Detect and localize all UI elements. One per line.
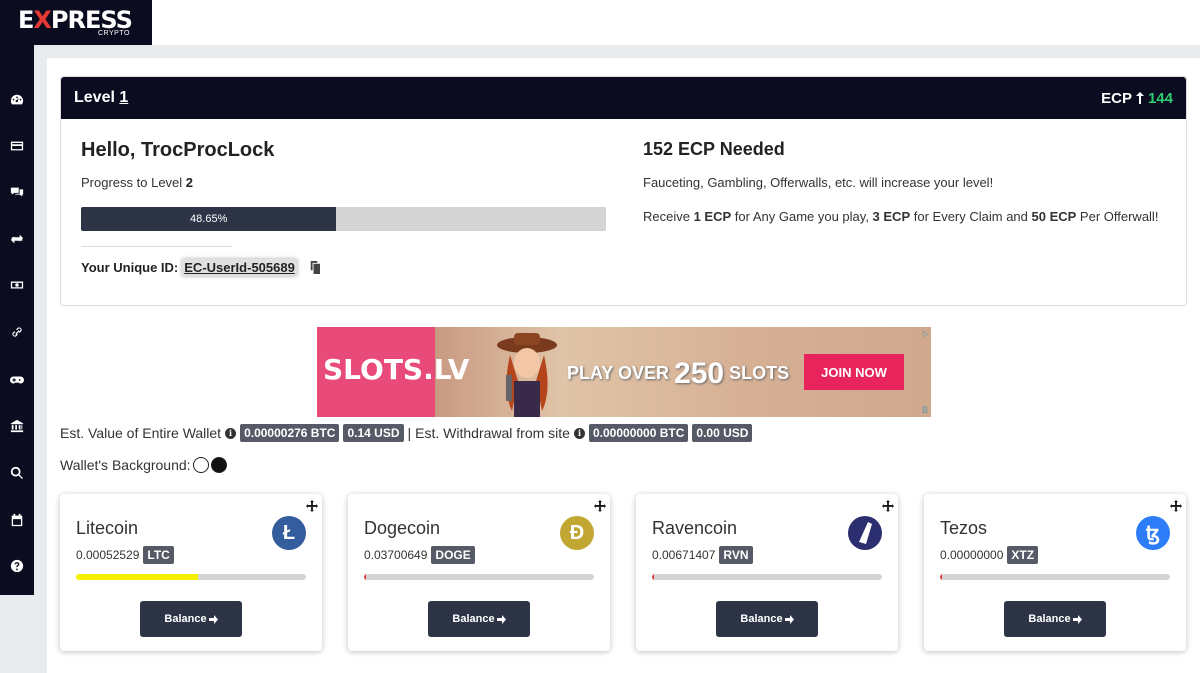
move-icon[interactable]	[882, 500, 894, 512]
move-icon[interactable]	[1170, 500, 1182, 512]
coin-progress-bar	[364, 574, 594, 580]
bg-black-option[interactable]	[210, 457, 227, 473]
balance-button[interactable]: Balance	[716, 601, 818, 637]
litecoin-logo-icon: Ł	[272, 516, 306, 550]
balance-button[interactable]: Balance	[428, 601, 530, 637]
coin-card-dogecoin: Dogecoin 0.03700649 DOGE Ð Balance	[348, 494, 610, 651]
tezos-logo-icon: ꜩ	[1136, 516, 1170, 550]
calendar-icon[interactable]	[9, 512, 25, 528]
balance-button[interactable]: Balance	[140, 601, 242, 637]
ad-choices-icon[interactable]: ▷	[923, 329, 929, 338]
withdraw-usd-badge: 0.00 USD	[692, 424, 753, 442]
wallet-est-label: Est. Value of Entire Wallet	[60, 425, 222, 441]
top-bar: EXPRESS CRYPTO	[0, 0, 1200, 45]
link-icon[interactable]	[9, 324, 25, 340]
arrow-right-icon	[496, 614, 506, 624]
coin-ticker: LTC	[143, 546, 174, 564]
coin-name: Dogecoin	[364, 518, 441, 538]
info-icon[interactable]: i	[225, 427, 237, 439]
wallet-bg-label: Wallet's Background:	[60, 457, 191, 473]
search-icon[interactable]	[9, 465, 25, 481]
coin-card-ravencoin: Ravencoin 0.00671407 RVN Balance	[636, 494, 898, 651]
level-header: Level 1 ECP 144	[61, 77, 1186, 119]
ecp-needed-title: 152 ECP Needed	[643, 139, 785, 159]
level-card: Level 1 ECP 144 Hello, TrocProcLock Prog…	[60, 76, 1187, 306]
chat-icon[interactable]	[9, 184, 25, 200]
ad-character-image	[497, 333, 557, 417]
coin-ticker: RVN	[719, 546, 753, 564]
coin-progress-fill	[76, 574, 198, 580]
coin-balance: 0.00052529 LTC	[76, 546, 174, 564]
sidebar	[0, 45, 34, 595]
coin-balance: 0.00000000 XTZ	[940, 546, 1039, 564]
bank-icon[interactable]	[9, 418, 25, 434]
coin-name: Tezos	[940, 518, 988, 538]
ecp-counter: ECP 144	[1101, 89, 1173, 107]
wallet-btc-badge: 0.00000276 BTC	[240, 424, 340, 442]
arrow-right-icon	[208, 614, 218, 624]
wallet-usd-badge: 0.14 USD	[343, 424, 404, 442]
greeting: Hello, TrocProcLock	[81, 139, 275, 161]
coin-balance: 0.00671407 RVN	[652, 546, 753, 564]
coin-card-litecoin: Litecoin 0.00052529 LTC Ł Balance	[60, 494, 322, 651]
coin-progress-bar	[76, 574, 306, 580]
ad-join-button[interactable]: JOIN NOW	[804, 354, 904, 390]
credit-card-icon[interactable]	[9, 138, 25, 154]
help-icon[interactable]	[9, 558, 25, 574]
ravencoin-logo-icon	[848, 516, 882, 550]
coin-progress-fill	[364, 574, 367, 580]
bg-white-option[interactable]	[192, 457, 209, 473]
brand-logo[interactable]: EXPRESS CRYPTO	[0, 0, 152, 45]
user-id: Your Unique ID: EC-UserId-505689	[81, 259, 320, 276]
gamepad-icon[interactable]	[9, 372, 25, 388]
coin-name: Litecoin	[76, 518, 139, 538]
level-title: Level 1	[74, 89, 129, 106]
ecp-value: 144	[1147, 89, 1173, 107]
withdraw-btc-badge: 0.00000000 BTC	[588, 424, 689, 442]
user-id-value[interactable]: EC-UserId-505689	[182, 259, 297, 276]
brand-subtitle: CRYPTO	[98, 30, 130, 37]
info-icon[interactable]: i	[573, 427, 585, 439]
move-icon[interactable]	[594, 500, 606, 512]
coin-progress-bar	[652, 574, 882, 580]
arrow-right-icon	[784, 614, 794, 624]
move-icon[interactable]	[306, 500, 318, 512]
divider	[81, 246, 232, 247]
level-progress-bar: 48.65%	[81, 207, 606, 231]
arrow-right-icon	[1072, 614, 1082, 624]
ad-headline: PLAY OVER 250 SLOTS	[567, 357, 790, 390]
copy-icon[interactable]	[307, 261, 320, 274]
coin-ticker: DOGE	[431, 546, 475, 564]
money-icon[interactable]	[9, 277, 25, 293]
coin-progress-bar	[940, 574, 1170, 580]
level-number: 1	[119, 89, 129, 106]
ad-b-icon: B	[921, 405, 928, 415]
separator: |	[407, 425, 412, 441]
arrow-up-icon	[1135, 92, 1144, 104]
coin-progress-fill	[652, 574, 655, 580]
coin-name: Ravencoin	[652, 518, 738, 538]
balance-button[interactable]: Balance	[1004, 601, 1106, 637]
coin-ticker: XTZ	[1007, 546, 1039, 564]
dogecoin-logo-icon: Ð	[560, 516, 594, 550]
withdraw-label: Est. Withdrawal from site	[415, 425, 570, 441]
coin-progress-fill	[940, 574, 943, 580]
level-progress-fill: 48.65%	[81, 207, 337, 231]
ad-logo: SLOTS.LV	[323, 353, 470, 386]
wallet-summary: Est. Value of Entire Wallet i 0.00000276…	[60, 424, 753, 442]
coin-card-tezos: Tezos 0.00000000 XTZ ꜩ Balance	[924, 494, 1186, 651]
progress-label: Progress to Level 2	[81, 175, 194, 190]
coin-balance: 0.03700649 DOGE	[364, 546, 475, 564]
ad-banner[interactable]: SLOTS.LV PLAY OVER 250 SLOTS JOIN NOW ▷ …	[317, 327, 931, 417]
dashboard-icon[interactable]	[9, 92, 25, 108]
ecp-needed-subtitle: Fauceting, Gambling, Offerwalls, etc. wi…	[643, 175, 994, 190]
wallet-background-picker: Wallet's Background:	[60, 457, 227, 473]
ecp-rewards-text: Receive 1 ECP for Any Game you play, 3 E…	[643, 209, 1159, 224]
exchange-icon[interactable]	[9, 231, 25, 247]
